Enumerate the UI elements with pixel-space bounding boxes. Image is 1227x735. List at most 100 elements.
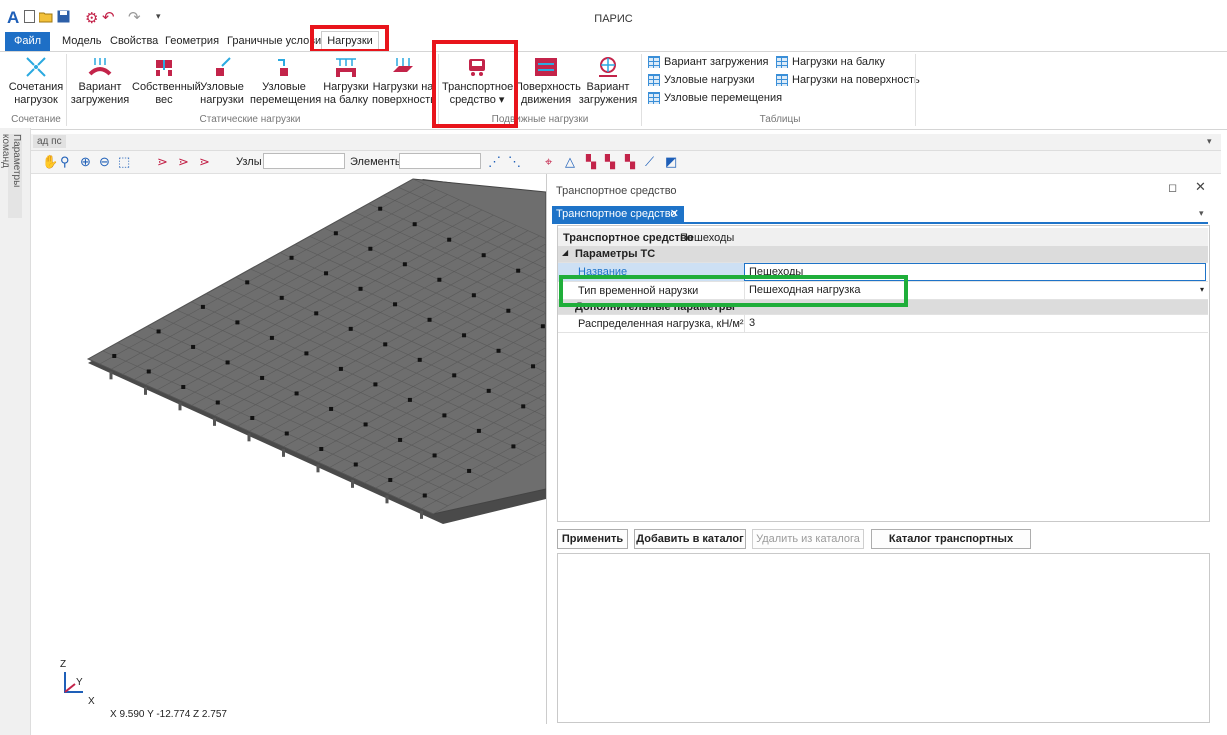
load-value-input[interactable]: 3 [744,315,1206,332]
command-params-tab[interactable]: Параметры команд [0,134,22,218]
table-variant[interactable]: Вариант загружения [648,56,768,68]
nodal-disp-icon [272,56,296,78]
load-display-3-icon[interactable]: ▚ [625,155,635,168]
collapse-icon[interactable]: ◢ [562,248,568,257]
deck-node [269,335,274,340]
zoom-window-icon[interactable]: ⬚ [118,155,130,168]
triangle-icon[interactable]: △ [565,155,575,168]
doc-menu-icon[interactable]: ▾ [1207,136,1212,147]
variant-label-2: загружения [70,94,130,106]
deck-node [260,375,265,380]
table-icon [776,56,788,68]
document-tab[interactable]: ад пс [33,135,66,148]
dropdown-chevron-icon[interactable]: ▾ [1200,285,1204,294]
tab-model[interactable]: Модель [62,32,101,51]
deck-node [200,304,205,309]
zoom-out-icon[interactable]: ⊖ [99,155,110,168]
panel-menu-icon[interactable]: ▾ [1199,208,1204,219]
tab-geometry[interactable]: Геометрия [165,32,219,51]
nodal-disp-button[interactable]: Узловые перемещения [250,56,321,107]
surface-loads-icon [391,56,415,78]
local-axes-icon[interactable]: ⟋ [645,155,654,168]
beam-label-1: Нагрузки [323,81,369,93]
pan-icon[interactable]: ✋ [42,155,58,168]
highlight-vehicle-button [432,40,518,128]
variant-button[interactable]: Вариант загружения [70,56,130,107]
deck-node [235,320,240,325]
deck-node [398,437,403,442]
nodes-input[interactable] [263,153,345,169]
select-element-icon[interactable]: ⋗ [178,155,189,168]
zoom-icon[interactable]: ⚲ [60,155,70,168]
add-to-catalog-button[interactable]: Добавить в каталог [634,529,746,549]
table-icon [648,56,660,68]
deck-node [516,268,521,273]
maximize-icon[interactable]: ◻ [1168,181,1177,194]
table-surface-loads[interactable]: Нагрузки на поверхность [776,74,920,86]
panel-tab[interactable]: Транспортное средство ✕ [552,206,684,222]
close-icon[interactable]: ✕ [1195,179,1206,195]
selfweight-label-2: вес [155,94,173,106]
deck-node [146,369,151,374]
load-display-2-icon[interactable]: ▚ [605,155,615,168]
deck-node [383,342,388,347]
zoom-in-icon[interactable]: ⊕ [80,155,91,168]
deck-node [427,317,432,322]
girder-stub [282,448,285,457]
element-numbers-icon[interactable]: ⋱ [508,155,521,168]
selfweight-button[interactable]: Собственный вес [132,56,201,107]
tab-boundary[interactable]: Граничные услови [227,32,321,51]
model-viewport[interactable]: Z Y X [33,174,759,724]
table-nodal-loads[interactable]: Узловые нагрузки [648,74,755,86]
deck-node [348,326,353,331]
document-tabbar [31,134,1221,151]
beam-loads-button[interactable]: Нагрузки на балку [322,56,370,107]
group-static-label: Статические нагрузки [199,114,301,125]
nodal-loads-button[interactable]: Узловые нагрузки [198,56,246,107]
table-beam-loads[interactable]: Нагрузки на балку [776,56,885,68]
node-numbers-icon[interactable]: ⋰ [488,155,501,168]
section-vehicle-params[interactable]: ◢ Параметры ТС [558,246,1208,263]
deck-node [437,277,442,282]
surface-loads-button[interactable]: Нагрузки на поверхность [372,56,436,107]
tab-properties[interactable]: Свойства [110,32,158,51]
deck-node [191,344,196,349]
deck-node [363,422,368,427]
deck-node [402,262,407,267]
select-node-icon[interactable]: ⋗ [157,155,168,168]
axis-triad-icon [64,672,83,693]
deck-node [181,384,186,389]
traffic-surface-label-1: Поверхность [515,81,581,93]
grid-header-row: Транспортное средство Пешеходы [558,228,1208,247]
row-distributed-load[interactable]: Распределенная нагрузка, кН/м² 3 [558,315,1208,333]
deck-node [442,413,447,418]
render-icon[interactable]: ◩ [665,155,677,168]
moving-variant-button[interactable]: Вариант загружения [578,56,638,107]
deck-node [319,446,324,451]
traffic-surface-button[interactable]: Поверхность движения [515,56,581,107]
deck-node [412,222,417,227]
nodal-label-1: Узловые [200,81,244,93]
girder-stub [144,386,147,395]
select-all-icon[interactable]: ⋗ [199,155,210,168]
tab-close-icon[interactable]: ✕ [670,206,679,222]
deck-node [462,333,467,338]
highlight-load-type [559,275,908,307]
elements-label: Элементы [350,156,403,168]
load-display-icon[interactable]: ▚ [586,155,596,168]
combo-button[interactable]: Сочетания нагрузок [8,56,64,107]
deck-node [393,302,398,307]
app-title: ПАРИС [594,13,633,25]
elements-input[interactable] [399,153,481,169]
group-combo-label: Сочетание [11,114,61,125]
girder-stub [351,479,354,488]
deck-node [506,308,511,313]
table-icon [648,92,660,104]
variant-icon [88,56,112,78]
tab-file[interactable]: Файл [5,32,50,51]
table-nodal-disp[interactable]: Узловые перемещения [648,92,782,104]
girder-stub [385,495,389,504]
supports-icon[interactable]: ⌖ [545,155,552,168]
vehicle-catalog-button[interactable]: Каталог транспортных средств [871,529,1031,563]
apply-button[interactable]: Применить [557,529,628,549]
